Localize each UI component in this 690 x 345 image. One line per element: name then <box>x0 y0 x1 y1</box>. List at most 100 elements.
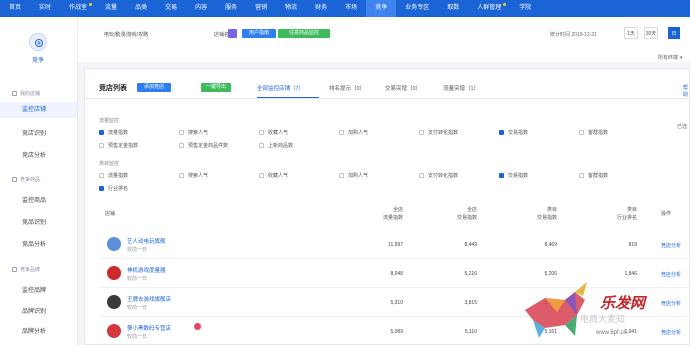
metric-checkbox[interactable]: 客群指数 <box>579 129 608 136</box>
metric-checkbox[interactable]: 搜索人气 <box>179 129 208 136</box>
nav-item-0[interactable]: 首页 <box>0 0 30 17</box>
metric-checkbox[interactable]: 行业排名 <box>99 185 128 192</box>
metric-checkbox[interactable]: 流量指数 <box>99 172 128 179</box>
help-link[interactable]: 帮助 <box>683 84 689 98</box>
nav-item-6[interactable]: 内容 <box>186 0 216 17</box>
selected-count: 已选 <box>677 124 688 130</box>
competitor-analysis-link[interactable]: 竞店分析 <box>661 242 681 249</box>
metric-checkbox[interactable]: 收藏人气 <box>259 172 288 179</box>
chevron-down-icon: ▾ <box>680 55 683 61</box>
user-guide-button[interactable]: 用户指南 <box>242 29 276 38</box>
nav-item-11[interactable]: 市场 <box>336 0 366 17</box>
checkbox-icon[interactable] <box>179 143 184 148</box>
cell-trade-index: 5,110 <box>464 329 477 335</box>
col-header-line: 流量指数 <box>382 215 403 221</box>
metric-checkbox[interactable]: 上新商品数 <box>259 142 293 149</box>
shop-name[interactable]: 王牌去游戏旗舰店 <box>127 295 171 303</box>
checkbox-icon[interactable] <box>99 173 104 178</box>
tab-rank-tips[interactable]: 排名提示（0） <box>329 84 365 92</box>
sidebar-item-goods-analysis[interactable]: 竞品分析 <box>0 237 77 253</box>
checkbox-icon[interactable] <box>499 130 504 135</box>
checkbox-icon[interactable] <box>179 173 184 178</box>
period-30d[interactable]: 30天 <box>644 27 658 39</box>
checkbox-icon[interactable] <box>499 173 504 178</box>
sidebar-item-monitor-goods[interactable]: 监控商品 <box>0 193 77 209</box>
checkbox-label: 流量指数 <box>108 173 129 179</box>
metric-checkbox[interactable]: 交易指数 <box>499 172 528 179</box>
sidebar-item-brand-identify[interactable]: 品牌识别 <box>0 304 77 320</box>
metric-checkbox[interactable]: 流量指数 <box>99 129 128 136</box>
metric-checkbox[interactable]: 支付转化指数 <box>419 172 458 179</box>
compare-label: 较前一日 <box>127 247 148 253</box>
tab-traffic-surge[interactable]: 流量突增（1） <box>443 84 479 92</box>
checkbox-label: 加购人气 <box>348 173 369 179</box>
tab-all-monitored[interactable]: 全部监控店铺（7） <box>257 84 304 92</box>
metric-checkbox[interactable]: 收藏人气 <box>259 129 288 136</box>
nav-item-7[interactable]: 服务 <box>216 0 246 17</box>
sidebar-item-shop-identify[interactable]: 竞店识别 <box>0 126 77 142</box>
nav-item-4[interactable]: 品类 <box>126 0 156 17</box>
any-goods-monitor-button[interactable]: 任意商品监控 <box>278 29 330 38</box>
checkbox-icon[interactable] <box>259 130 264 135</box>
shop-name[interactable]: 艺人动电玩旗舰 <box>127 237 166 245</box>
sidebar-item-monitor-brand[interactable]: 监控品牌 <box>0 283 77 299</box>
nav-item-1[interactable]: 实时 <box>30 0 60 17</box>
compare-label: 较前一日 <box>127 305 148 311</box>
nav-item-15[interactable]: 人群管理 <box>468 0 510 17</box>
add-competitor-button[interactable]: 添加竞店 <box>137 83 171 92</box>
sidebar-item-goods-identify[interactable]: 竞品识别 <box>0 215 77 231</box>
metric-checkbox[interactable]: 支付转化指数 <box>419 129 458 136</box>
cell-traffic-index: 11,997 <box>388 242 403 248</box>
checkbox-icon[interactable] <box>99 143 104 148</box>
table-row: 艺人动电玩旗舰 较前一日 11,997 8,449 8,469 818 竞店分析 <box>99 231 690 259</box>
metric-checkbox[interactable]: 加购人气 <box>339 172 368 179</box>
section-label: 竞争商品 <box>20 177 41 183</box>
checkbox-icon[interactable] <box>419 173 424 178</box>
tab-trade-surge[interactable]: 交易突增（0） <box>385 84 421 92</box>
checkbox-icon[interactable] <box>339 130 344 135</box>
nav-item-16[interactable]: 学院 <box>510 0 540 17</box>
period-1d[interactable]: 1天 <box>624 27 638 39</box>
metric-checkbox[interactable]: 客群指数 <box>579 172 608 179</box>
category-selector[interactable]: 电玩/動漫/游戏/攻略 <box>104 31 148 38</box>
metric-checkbox[interactable]: 搜索人气 <box>179 172 208 179</box>
checkbox-icon[interactable] <box>339 173 344 178</box>
sidebar-item-shop-analysis[interactable]: 竞店分析 <box>0 148 77 164</box>
nav-item-2[interactable]: 作战室 <box>60 0 96 17</box>
checkbox-icon[interactable] <box>579 130 584 135</box>
checkbox-icon[interactable] <box>259 173 264 178</box>
nav-item-3[interactable]: 流量 <box>96 0 126 17</box>
terminal-select[interactable]: 所有终端 ▾ <box>658 54 683 61</box>
nav-item-13[interactable]: 业务专区 <box>396 0 438 17</box>
sidebar-item-monitor-shop[interactable]: 监控店铺 <box>0 102 77 118</box>
metric-checkbox[interactable]: 交易指数 <box>499 129 528 136</box>
period-day[interactable]: 日 <box>668 27 680 39</box>
nav-item-14[interactable]: 取数 <box>438 0 468 17</box>
checkbox-icon[interactable] <box>99 186 104 191</box>
nav-item-8[interactable]: 营销 <box>246 0 276 17</box>
nav-item-10[interactable]: 财务 <box>306 0 336 17</box>
checkbox-icon[interactable] <box>179 130 184 135</box>
sidebar-item-brand-analysis[interactable]: 品牌分析 <box>0 324 77 340</box>
checkbox-label: 客群指数 <box>588 130 609 136</box>
nav-item-12[interactable]: 竞争 <box>366 0 397 17</box>
nav-item-5[interactable]: 交易 <box>156 0 186 17</box>
checkbox-icon[interactable] <box>419 130 424 135</box>
export-button[interactable]: 一键导出 <box>201 83 231 92</box>
checkbox-label: 预售定金商品件数 <box>188 143 229 149</box>
nav-item-9[interactable]: 物流 <box>276 0 306 17</box>
checkbox-icon[interactable] <box>579 173 584 178</box>
shop-name[interactable]: 神机游戏度量器 <box>127 266 166 274</box>
shop-name[interactable]: 萝小黑数码专营店 <box>127 324 171 332</box>
checkbox-icon[interactable] <box>99 130 104 135</box>
checkbox-icon[interactable] <box>259 143 264 148</box>
metric-checkbox[interactable]: 预售定金指数 <box>99 142 138 149</box>
metric-checkbox[interactable]: 预售定金商品件数 <box>179 142 228 149</box>
metric-checkbox[interactable]: 加购人气 <box>339 129 368 136</box>
terminal-value: 所有终端 <box>658 55 679 61</box>
checkbox-label: 交易指数 <box>508 173 529 179</box>
cell-category-trade-index: 8,469 <box>544 242 557 248</box>
shop-avatar <box>107 324 121 338</box>
category-monitor-label: 类目监控 <box>99 161 120 167</box>
new-badge-icon <box>89 3 93 6</box>
